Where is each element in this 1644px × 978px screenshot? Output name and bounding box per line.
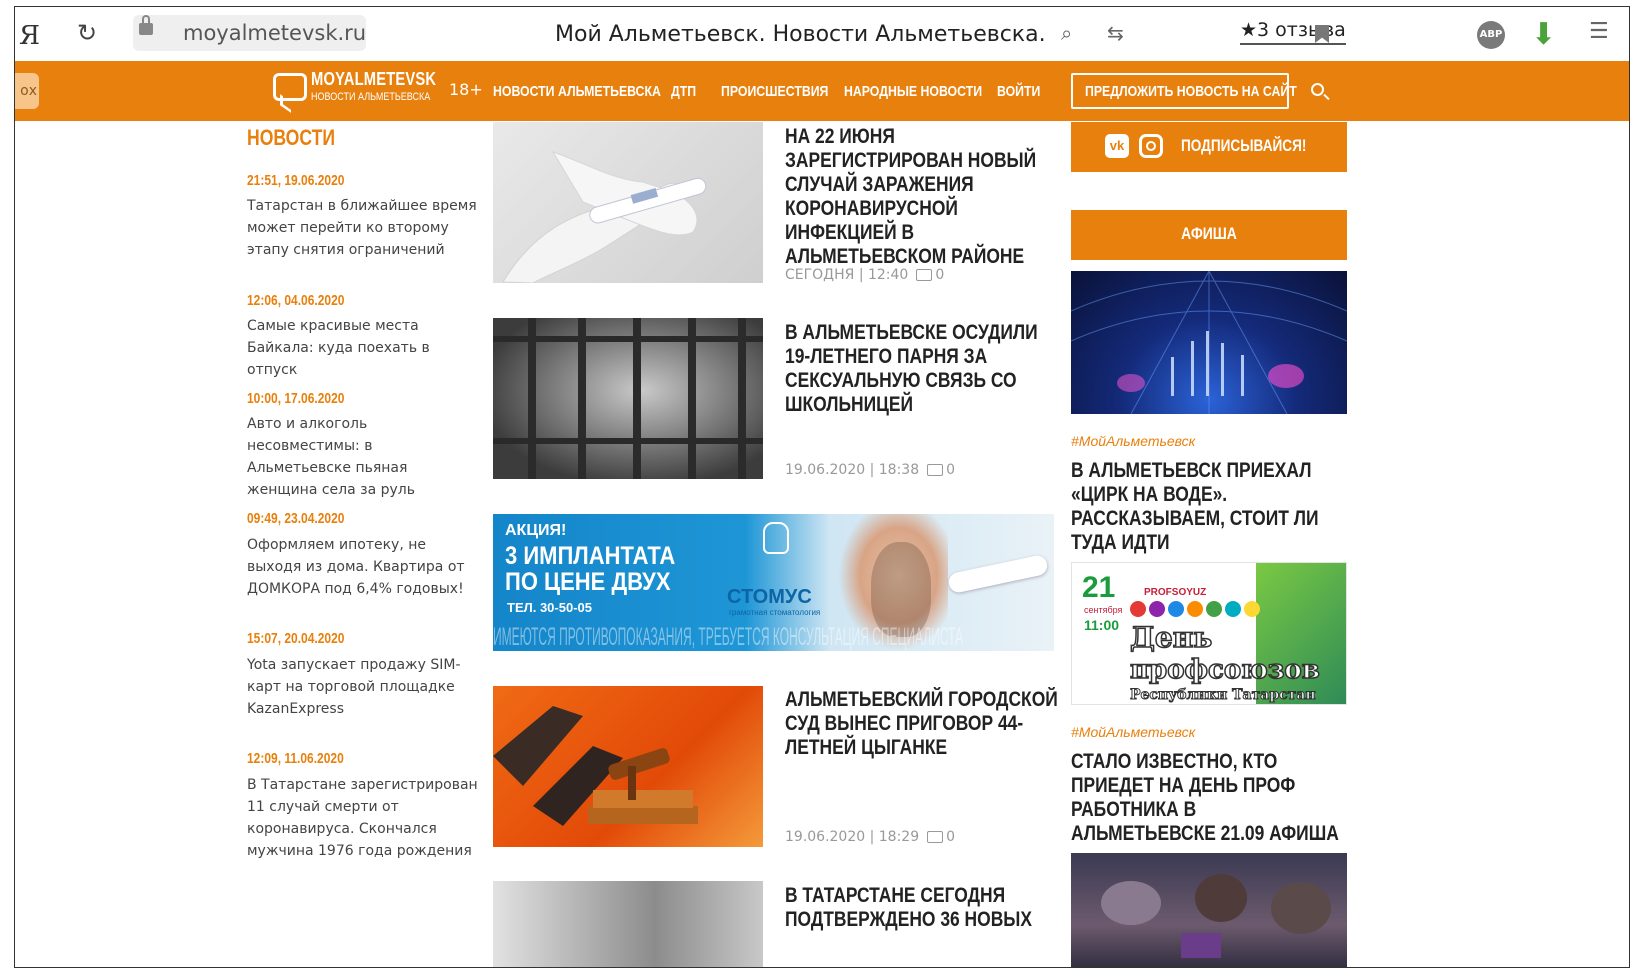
browser-toolbar: Я ↻ moyalmetevsk.ru Мой Альметьевск. Нов…	[15, 7, 1629, 61]
news-time: 12:09, 11.06.2020	[247, 750, 344, 767]
poster-logos	[1130, 601, 1260, 617]
article-tag[interactable]: #МойАльметьевск	[1071, 433, 1195, 449]
poster-month: сентября	[1084, 605, 1123, 615]
poster-brand: PROFSOYUZ	[1144, 587, 1207, 598]
banner-promo: АКЦИЯ!	[505, 522, 567, 539]
article-date: 19.06.2020 | 18:29	[785, 829, 920, 845]
news-link[interactable]: В Татарстане зарегистрирован 11 случай с…	[247, 774, 479, 862]
yandex-logo[interactable]: Я	[19, 21, 40, 51]
page-title: Мой Альметьевск. Новости Альметьевска.	[555, 22, 1046, 47]
subscribe-label: ПОДПИСЫВАЙСЯ!	[1181, 136, 1307, 155]
adblock-icon[interactable]: ABP	[1477, 21, 1505, 49]
article-image-court[interactable]	[493, 686, 763, 847]
comment-icon[interactable]	[927, 464, 944, 476]
banner-line1: 3 ИМПЛАНТАТА	[505, 542, 676, 570]
news-time: 09:49, 23.04.2020	[247, 510, 345, 527]
poster-line3: Республики Татарстан	[1130, 687, 1317, 704]
article-image-thermometer[interactable]	[493, 122, 763, 283]
banner-phone: ТЕЛ. 30-50-05	[507, 600, 592, 615]
poster-day: 21	[1082, 571, 1116, 604]
suggest-news-button[interactable]: ПРЕДЛОЖИТЬ НОВОСТЬ НА САЙТ	[1071, 73, 1297, 109]
comment-icon[interactable]	[927, 831, 944, 843]
article-image-fourth[interactable]	[493, 881, 763, 967]
news-time: 12:06, 04.06.2020	[247, 292, 345, 309]
news-link[interactable]: Оформляем ипотеку, не выходя из дома. Кв…	[247, 534, 479, 600]
article-meta: 19.06.2020 | 18:38 0	[785, 462, 955, 478]
afisha-article-title[interactable]: СТАЛО ИЗВЕСТНО, КТО ПРИЕДЕТ НА ДЕНЬ ПРОФ…	[1071, 750, 1345, 846]
ad-banner[interactable]: АКЦИЯ! 3 ИМПЛАНТАТА ПО ЦЕНЕ ДВУХ ТЕЛ. 30…	[493, 514, 1054, 651]
lock-icon[interactable]	[139, 15, 153, 35]
banner-glove	[947, 553, 1049, 595]
article-title[interactable]: АЛЬМЕТЬЕВСКИЙ ГОРОДСКОЙ СУД ВЫНЕС ПРИГОВ…	[785, 688, 1059, 760]
news-link[interactable]: Yota запускает продажу SIM-карт на торго…	[247, 654, 479, 720]
banner-disclaimer: ИМЕЮТСЯ ПРОТИВОПОКАЗАНИЯ, ТРЕБУЕТСЯ КОНС…	[493, 623, 964, 651]
afisha-image-third[interactable]	[1071, 853, 1347, 967]
article-image-prison[interactable]	[493, 318, 763, 479]
nav-news[interactable]: НОВОСТИ АЛЬМЕТЬЕВСКА	[493, 83, 661, 100]
tooth-icon	[763, 522, 789, 554]
nav-incidents[interactable]: ПРОИСШЕСТВИЯ	[721, 83, 828, 100]
news-heading: НОВОСТИ	[247, 125, 336, 150]
site-nav: ох MOYALMETEVSK НОВОСТИ АЛЬМЕТЬЕВСКА 18+…	[15, 61, 1629, 121]
article-title[interactable]: В АЛЬМЕТЬЕВСКЕ ОСУДИЛИ 19-ЛЕТНЕГО ПАРНЯ …	[785, 321, 1059, 417]
news-time: 10:00, 17.06.2020	[247, 390, 345, 407]
subscribe-button[interactable]: vk ПОДПИСЫВАЙСЯ!	[1071, 122, 1347, 172]
poster-line1: День	[1129, 620, 1213, 655]
nav-dtp[interactable]: ДТП	[671, 83, 696, 100]
translate-icon[interactable]: ⇆	[1107, 21, 1124, 45]
search-icon[interactable]	[1311, 83, 1324, 96]
banner-brand-sub: грамотная стоматология	[729, 608, 821, 617]
news-link[interactable]: Самые красивые места Байкала: куда поеха…	[247, 315, 479, 381]
search-page-icon[interactable]: ⌕	[1061, 21, 1072, 45]
afisha-label: АФИША	[1181, 224, 1237, 243]
news-time: 15:07, 20.04.2020	[247, 630, 345, 647]
side-pill[interactable]: ох	[15, 73, 39, 109]
afisha-button[interactable]: АФИША	[1071, 210, 1347, 260]
browser-window: Я ↻ moyalmetevsk.ru Мой Альметьевск. Нов…	[14, 6, 1630, 968]
comment-count: 0	[946, 462, 956, 478]
poster-line2: профсоюзов	[1129, 654, 1320, 686]
news-time: 21:51, 19.06.2020	[247, 172, 345, 189]
instagram-icon[interactable]	[1139, 134, 1163, 158]
menu-icon[interactable]: ☰	[1589, 19, 1609, 44]
logo-title[interactable]: MOYALMETEVSK	[311, 69, 436, 90]
poster-time: 11:00	[1084, 617, 1120, 633]
age-rating: 18+	[449, 80, 483, 99]
nav-login[interactable]: ВОЙТИ	[997, 83, 1040, 100]
article-date: СЕГОДНЯ | 12:40	[785, 267, 909, 283]
comment-icon[interactable]	[916, 269, 933, 281]
article-tag[interactable]: #МойАльметьевск	[1071, 724, 1195, 740]
suggest-news-label: ПРЕДЛОЖИТЬ НОВОСТЬ НА САЙТ	[1085, 83, 1297, 100]
url-text[interactable]: moyalmetevsk.ru	[183, 21, 366, 45]
article-title[interactable]: В ТАТАРСТАНЕ СЕГОДНЯ ПОДТВЕРЖДЕНО 36 НОВ…	[785, 884, 1059, 932]
vk-icon[interactable]: vk	[1105, 134, 1129, 158]
news-link[interactable]: Татарстан в ближайшее время может перейт…	[247, 195, 479, 261]
news-link[interactable]: Авто и алкоголь несовместимы: в Альметье…	[247, 413, 479, 501]
download-icon[interactable]: ⬇	[1531, 17, 1556, 52]
article-meta: 19.06.2020 | 18:29 0	[785, 829, 955, 845]
reviews-link[interactable]: ★3 отзыва	[1240, 19, 1346, 45]
profunion-poster[interactable]: 21 сентября 11:00 PROFSOYUZ День профсою…	[1071, 562, 1347, 705]
article-title[interactable]: НА 22 ИЮНЯ ЗАРЕГИСТРИРОВАН НОВЫЙ СЛУЧАЙ …	[785, 125, 1059, 269]
reload-icon[interactable]: ↻	[77, 19, 97, 47]
nav-folk-news[interactable]: НАРОДНЫЕ НОВОСТИ	[844, 83, 982, 100]
logo-subtitle[interactable]: НОВОСТИ АЛЬМЕТЬЕВСКА	[311, 91, 430, 103]
logo-icon[interactable]	[273, 73, 307, 101]
banner-brand: СТОМУС	[727, 586, 812, 608]
article-date: 19.06.2020 | 18:38	[785, 462, 920, 478]
circus-image[interactable]	[1071, 271, 1347, 414]
article-meta: СЕГОДНЯ | 12:40 0	[785, 267, 944, 283]
banner-line2: ПО ЦЕНЕ ДВУХ	[505, 568, 671, 596]
afisha-article-title[interactable]: В АЛЬМЕТЬЕВСК ПРИЕХАЛ «ЦИРК НА ВОДЕ». РА…	[1071, 459, 1345, 555]
comment-count: 0	[946, 829, 956, 845]
comment-count: 0	[935, 267, 945, 283]
